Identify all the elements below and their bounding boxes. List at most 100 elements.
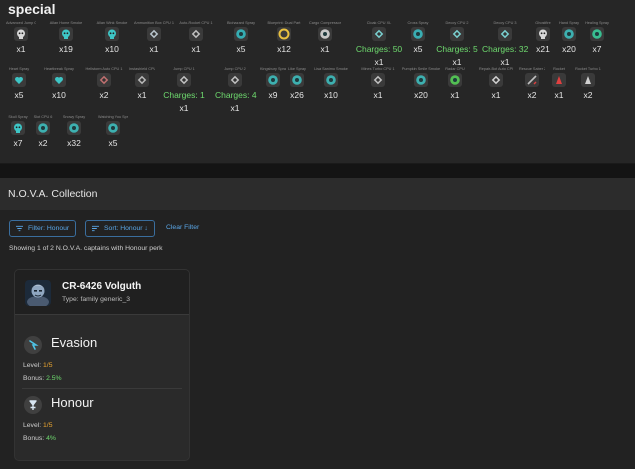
inventory-item[interactable]: Jump CPU 2 Charges: 4 x1 — [215, 66, 257, 116]
item-count: x2 — [527, 90, 537, 100]
inventory-item[interactable]: Watching You Spray x5 — [98, 114, 128, 164]
inventory-item[interactable]: Cargo Compressor x1 — [305, 20, 345, 70]
inventory-item[interactable]: Pumpkin Smile Smoke x20 — [401, 66, 441, 116]
decoy-icon — [498, 27, 512, 41]
item-name: Ammunition Box CPU 1 — [134, 21, 174, 25]
inventory-item[interactable]: Slot CPU 6 x2 — [32, 114, 54, 164]
heartbreak-icon — [52, 73, 66, 87]
inventory-item[interactable]: Decoy CPU 2 Charges: 5 x1 — [434, 20, 480, 70]
inventory-item[interactable]: Heartbreak Spray x10 — [39, 66, 79, 116]
inventory-item[interactable]: Biohazard Spray x5 — [221, 20, 261, 70]
item-count: x1 — [373, 90, 383, 100]
item-name: Ghostfire — [535, 21, 551, 25]
item-name: Repair-Bot Auto CPU — [479, 67, 513, 71]
inventory-item[interactable]: Instashield CPU 1 x1 — [129, 66, 155, 116]
inventory-item[interactable]: Radar CPU x1 — [442, 66, 468, 116]
inventory-item[interactable]: Allan Wink Smoke x10 — [92, 20, 132, 70]
inventory-item[interactable]: Advanced Jump CPU 1 x1 — [6, 20, 36, 70]
inventory-item[interactable]: Snowy Spray x32 — [56, 114, 92, 164]
item-count: Charges: 4 — [215, 90, 257, 100]
captain-name: CR-6426 Volguth — [62, 281, 142, 292]
item-count: x1 — [191, 44, 201, 54]
inventory-item[interactable]: Cloak CPU XL Charges: 50 x1 — [355, 20, 403, 70]
nova-collection-panel: N.O.V.A. Collection Filter: Honour Sort:… — [0, 178, 635, 469]
item-name: Auto-Rocket CPU 1 — [179, 21, 213, 25]
item-name: Skull Spray — [8, 115, 28, 119]
inventory-item[interactable]: Hellstorm Auto CPU 1 x2 — [84, 66, 124, 116]
item-name: Advanced Jump CPU 1 — [6, 21, 36, 25]
item-name: Decoy CPU 2 — [445, 21, 469, 25]
inventory-item[interactable]: Like Spray x26 — [286, 66, 308, 116]
inventory-item[interactable]: Skull Spray x7 — [6, 114, 30, 164]
item-count: x10 — [324, 90, 338, 100]
heart-icon — [12, 73, 26, 87]
inventory-item[interactable]: Ghostfire x21 — [530, 20, 556, 70]
skull-icon — [14, 27, 28, 41]
inventory-item[interactable]: Mines Turbo CPU 1 x1 — [358, 66, 398, 116]
inventory-item[interactable]: Rocket Turbo 1 x2 — [575, 66, 601, 116]
jump-icon — [177, 73, 191, 87]
inventory-item[interactable]: Cross Spray x5 — [405, 20, 431, 70]
perk-honour: Honour Level: 1/5 Bonus: 4% — [22, 394, 182, 452]
inventory-item[interactable]: Repair-Bot Auto CPU x1 — [479, 66, 513, 116]
item-count: x2 — [99, 90, 109, 100]
ring-icon — [277, 27, 291, 41]
sort-icon — [92, 225, 99, 232]
inventory-item[interactable]: Healing Spray x7 — [584, 20, 610, 70]
inventory-item[interactable]: Blueprint: Dual Part x12 — [264, 20, 304, 70]
perk-name: Evasion — [51, 335, 98, 350]
item-name: Cross Spray — [407, 21, 429, 25]
clear-filter-link[interactable]: Clear Filter — [166, 224, 199, 231]
item-count: x2 — [583, 90, 593, 100]
item-count: x1 — [491, 90, 501, 100]
item-name: Heart Spray — [8, 67, 30, 71]
smoke-icon — [324, 73, 338, 87]
inventory-item[interactable]: Allan Home Smoke x19 — [46, 20, 86, 70]
item-name: Like Spray — [288, 67, 306, 71]
inventory-item[interactable]: Ammunition Box CPU 1 x1 — [134, 20, 174, 70]
filter-icon — [16, 225, 23, 232]
item-name: Watching You Spray — [98, 115, 128, 119]
evasion-icon — [24, 336, 42, 354]
item-name: Blueprint: Dual Part — [267, 21, 301, 25]
item-count: x10 — [52, 90, 66, 100]
slot-icon — [36, 121, 50, 135]
inventory-item[interactable]: Kingsbury Spray x9 — [260, 66, 286, 116]
item-count: x9 — [268, 90, 278, 100]
inventory-item[interactable]: Lisa Sanimo Smoke x10 — [310, 66, 352, 116]
skull-icon — [105, 27, 119, 41]
item-name: Jump CPU 2 — [224, 67, 246, 71]
cloak-icon — [372, 27, 386, 41]
like-icon — [290, 73, 304, 87]
item-name: Hand Spray — [558, 21, 580, 25]
inventory-item[interactable]: Jump CPU 1 Charges: 1 x1 — [159, 66, 209, 116]
filter-button[interactable]: Filter: Honour — [9, 220, 77, 237]
item-name: Instashield CPU 1 — [129, 67, 155, 71]
item-count: x1 — [149, 44, 159, 54]
inventory-item[interactable]: Auto-Rocket CPU 1 x1 — [176, 20, 216, 70]
inventory-item[interactable]: Rescue Saber 2 x2 — [519, 66, 545, 116]
perk-bonus: Bonus: 2.5% — [23, 375, 62, 382]
item-name: Jump CPU 1 — [173, 67, 195, 71]
gear-icon — [318, 27, 332, 41]
sort-button-label: Sort: Honour ↓ — [104, 225, 148, 232]
captain-card-header: CR-6426 Volguth Type: family generic_3 — [15, 270, 189, 315]
inventory-item[interactable]: Hand Spray x20 — [556, 20, 582, 70]
cross-icon — [411, 27, 425, 41]
item-count: x5 — [236, 44, 246, 54]
hand-icon — [562, 27, 576, 41]
captain-card[interactable]: CR-6426 Volguth Type: family generic_3 E… — [14, 269, 190, 461]
heal-icon — [590, 27, 604, 41]
item-name: Slot CPU 6 — [33, 115, 53, 119]
item-name: Rocket — [553, 67, 565, 71]
inventory-item[interactable]: Heart Spray x5 — [6, 66, 32, 116]
inventory-item[interactable]: Rocket x1 — [546, 66, 572, 116]
skull-icon — [59, 27, 73, 41]
sort-button[interactable]: Sort: Honour ↓ — [85, 220, 155, 237]
eye-icon — [106, 121, 120, 135]
item-name: Decoy CPU 3 — [493, 21, 517, 25]
inventory-item[interactable]: Decoy CPU 3 Charges: 32 x1 — [482, 20, 528, 70]
item-count: Charges: 1 — [163, 90, 205, 100]
item-count: x19 — [59, 44, 73, 54]
item-name: Rocket Turbo 1 — [575, 67, 601, 71]
